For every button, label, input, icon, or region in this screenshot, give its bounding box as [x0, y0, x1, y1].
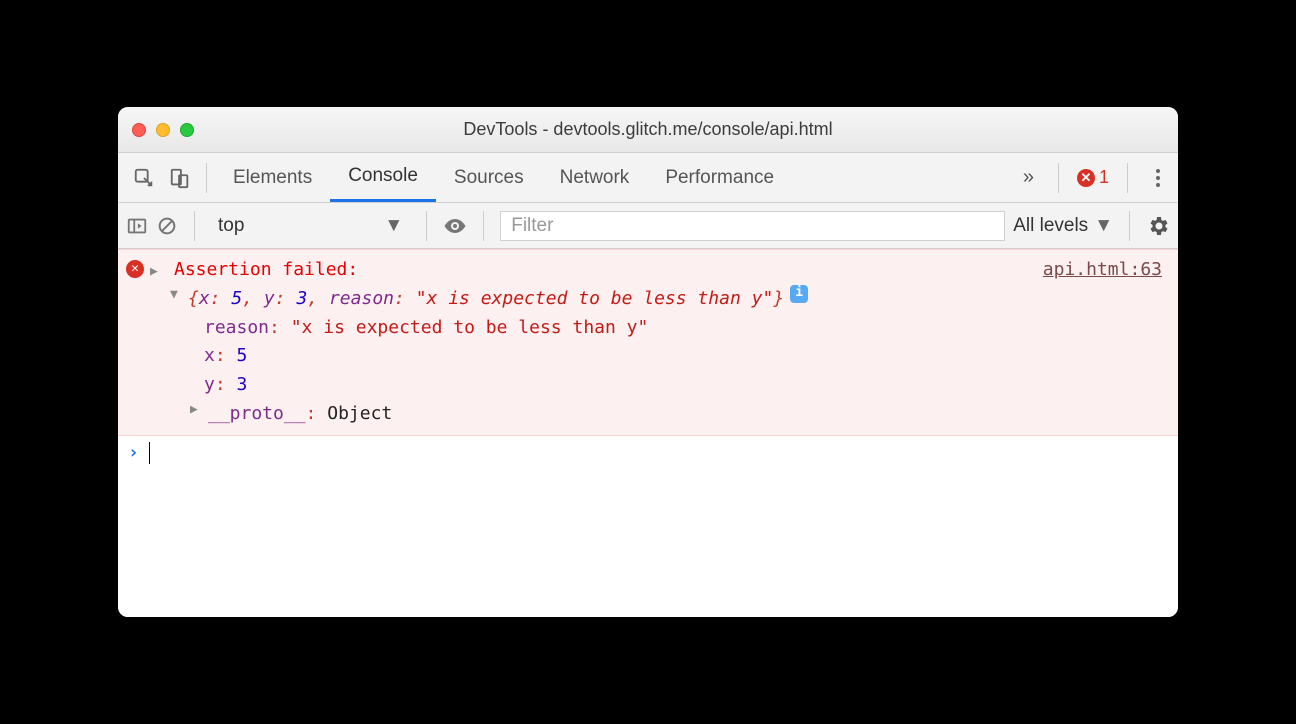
tab-sources[interactable]: Sources: [436, 153, 542, 202]
property-row[interactable]: reason: "x is expected to be less than y…: [126, 314, 1178, 343]
property-row[interactable]: y: 3: [126, 371, 1178, 400]
tab-console[interactable]: Console: [330, 153, 436, 202]
live-expression-icon[interactable]: [443, 214, 467, 238]
separator: [426, 211, 427, 241]
separator: [1058, 163, 1059, 193]
dropdown-caret-icon: ▼: [384, 215, 403, 237]
console-prompt[interactable]: ›: [118, 436, 1178, 470]
expand-arrow-icon[interactable]: ▶: [150, 262, 164, 283]
titlebar: DevTools - devtools.glitch.me/console/ap…: [118, 107, 1178, 153]
tab-network[interactable]: Network: [542, 153, 648, 202]
collapse-arrow-icon[interactable]: ▼: [170, 285, 184, 306]
inspect-element-icon[interactable]: [126, 160, 162, 196]
toggle-sidebar-icon[interactable]: [126, 215, 148, 237]
context-selector[interactable]: top ▼: [211, 212, 410, 240]
filter-input[interactable]: [500, 211, 1005, 241]
console-output: ✕ ▶ Assertion failed: api.html:63 ▼ {x: 5…: [118, 249, 1178, 617]
error-text: Assertion failed:: [174, 259, 358, 280]
console-toolbar: top ▼ All levels ▼: [118, 203, 1178, 249]
source-link[interactable]: api.html:63: [1043, 256, 1162, 285]
separator: [1129, 211, 1130, 241]
context-value: top: [218, 215, 244, 237]
proto-row[interactable]: ▶__proto__: Object: [126, 400, 1178, 429]
separator: [194, 211, 195, 241]
console-settings-icon[interactable]: [1146, 214, 1170, 238]
separator: [483, 211, 484, 241]
error-header-row[interactable]: ✕ ▶ Assertion failed: api.html:63: [126, 256, 1178, 285]
expand-arrow-icon[interactable]: ▶: [190, 400, 204, 421]
panel-tabs: Elements Console Sources Network Perform…: [215, 153, 792, 202]
log-levels-selector[interactable]: All levels ▼: [1013, 215, 1113, 237]
prompt-caret-icon: ›: [128, 442, 139, 463]
clear-console-icon[interactable]: [156, 215, 178, 237]
levels-label: All levels: [1013, 215, 1088, 237]
dropdown-caret-icon: ▼: [1094, 215, 1113, 237]
info-badge-icon[interactable]: i: [790, 285, 808, 303]
property-row[interactable]: x: 5: [126, 342, 1178, 371]
settings-menu-icon[interactable]: [1146, 163, 1170, 193]
separator: [1127, 163, 1128, 193]
tab-performance[interactable]: Performance: [647, 153, 792, 202]
error-count: 1: [1099, 167, 1109, 188]
error-count-badge[interactable]: ✕ 1: [1077, 167, 1109, 188]
more-tabs-icon[interactable]: »: [1017, 166, 1040, 189]
error-icon: ✕: [126, 260, 144, 278]
window-title: DevTools - devtools.glitch.me/console/ap…: [118, 119, 1178, 140]
console-error-message: ✕ ▶ Assertion failed: api.html:63 ▼ {x: 5…: [118, 249, 1178, 436]
error-icon: ✕: [1077, 169, 1095, 187]
devtools-window: DevTools - devtools.glitch.me/console/ap…: [118, 107, 1178, 617]
text-cursor: [149, 442, 150, 464]
device-toolbar-icon[interactable]: [162, 160, 198, 196]
tab-elements[interactable]: Elements: [215, 153, 330, 202]
object-preview: {x: 5, y: 3, reason: "x is expected to b…: [188, 285, 784, 314]
object-preview-row[interactable]: ▼ {x: 5, y: 3, reason: "x is expected to…: [126, 285, 1178, 314]
separator: [206, 163, 207, 193]
panel-tabbar: Elements Console Sources Network Perform…: [118, 153, 1178, 203]
